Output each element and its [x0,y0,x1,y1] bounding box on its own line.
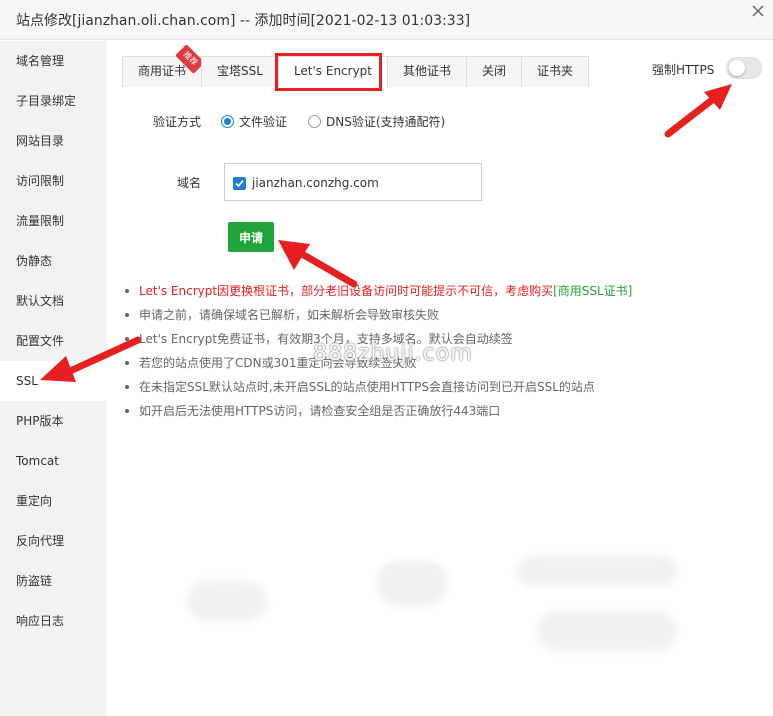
sidebar-item-access-limit[interactable]: 访问限制 [0,161,107,201]
toggle-knob [729,60,745,76]
radio-file-verify[interactable]: 文件验证 [221,113,287,130]
apply-button[interactable]: 申请 [228,222,274,252]
tip-item: Let's Encrypt因更换根证书，部分老旧设备访问时可能提示不可信，考虑购… [125,279,745,303]
sidebar-item-domain[interactable]: 域名管理 [0,41,107,81]
domain-checkbox-item[interactable]: jianzhan.conzhg.com [233,176,379,190]
radio-label: DNS验证(支持通配符) [326,115,446,129]
sidebar-item-php[interactable]: PHP版本 [0,401,107,441]
window-titlebar: 站点修改[jianzhan.oli.chan.com] -- 添加时间[2021… [0,0,773,40]
sidebar-item-tomcat[interactable]: Tomcat [0,441,107,481]
sidebar: 域名管理 子目录绑定 网站目录 访问限制 流量限制 伪静态 默认文档 配置文件 … [0,41,107,716]
tab-close[interactable]: 关闭 [466,56,523,87]
annotation-highlight-box [275,53,382,91]
sidebar-item-proxy[interactable]: 反向代理 [0,521,107,561]
domain-list: jianzhan.conzhg.com [224,163,482,201]
sidebar-item-config[interactable]: 配置文件 [0,321,107,361]
force-https-label: 强制HTTPS [652,63,715,77]
sidebar-item-traffic-limit[interactable]: 流量限制 [0,201,107,241]
sidebar-item-hotlink[interactable]: 防盗链 [0,561,107,601]
verify-method-label: 验证方式 [153,115,202,129]
tip-text: Let's Encrypt因更换根证书，部分老旧设备访问时可能提示不可信，考虑购… [139,284,554,298]
sidebar-item-rewrite[interactable]: 伪静态 [0,241,107,281]
domain-label: 域名 [177,176,202,190]
force-https-toggle[interactable] [726,57,762,79]
tab-commercial-cert[interactable]: 商用证书 推荐 [122,44,205,87]
tab-bt-ssl[interactable]: 宝塔SSL [201,56,279,87]
sidebar-item-ssl[interactable]: SSL [0,361,107,401]
close-icon[interactable] [751,4,765,18]
radio-checked-icon [221,115,234,128]
radio-unchecked-icon [308,115,321,128]
commercial-ssl-link[interactable]: [商用SSL证书] [553,284,632,298]
radio-label: 文件验证 [239,115,288,129]
main-panel: 商用证书 推荐 宝塔SSL Let's Encrypt 其他证书 关闭 证书夹 … [107,41,773,716]
tab-label: 商用证书 [138,64,187,78]
domain-name: jianzhan.conzhg.com [252,176,379,190]
radio-dns-verify[interactable]: DNS验证(支持通配符) [308,113,445,130]
sidebar-item-default-doc[interactable]: 默认文档 [0,281,107,321]
tab-other-cert[interactable]: 其他证书 [387,56,468,87]
sidebar-item-log[interactable]: 响应日志 [0,601,107,641]
blurred-watermark [187,556,727,656]
watermark-text: 888zhuji.com [313,341,473,366]
window-title: 站点修改[jianzhan.oli.chan.com] -- 添加时间[2021… [16,13,471,29]
tip-item: 在未指定SSL默认站点时,未开启SSL的站点使用HTTPS会直接访问到已开启SS… [125,375,745,399]
tip-item: 申请之前，请确保域名已解析，如未解析会导致审核失败 [125,303,745,327]
sidebar-item-redirect[interactable]: 重定向 [0,481,107,521]
sidebar-item-subdir[interactable]: 子目录绑定 [0,81,107,121]
checkbox-checked-icon [233,176,246,190]
sidebar-item-site-dir[interactable]: 网站目录 [0,121,107,161]
tab-cert-folder[interactable]: 证书夹 [521,56,590,87]
tip-item: 如开启后无法使用HTTPS访问，请检查安全组是否正确放行443端口 [125,399,745,423]
